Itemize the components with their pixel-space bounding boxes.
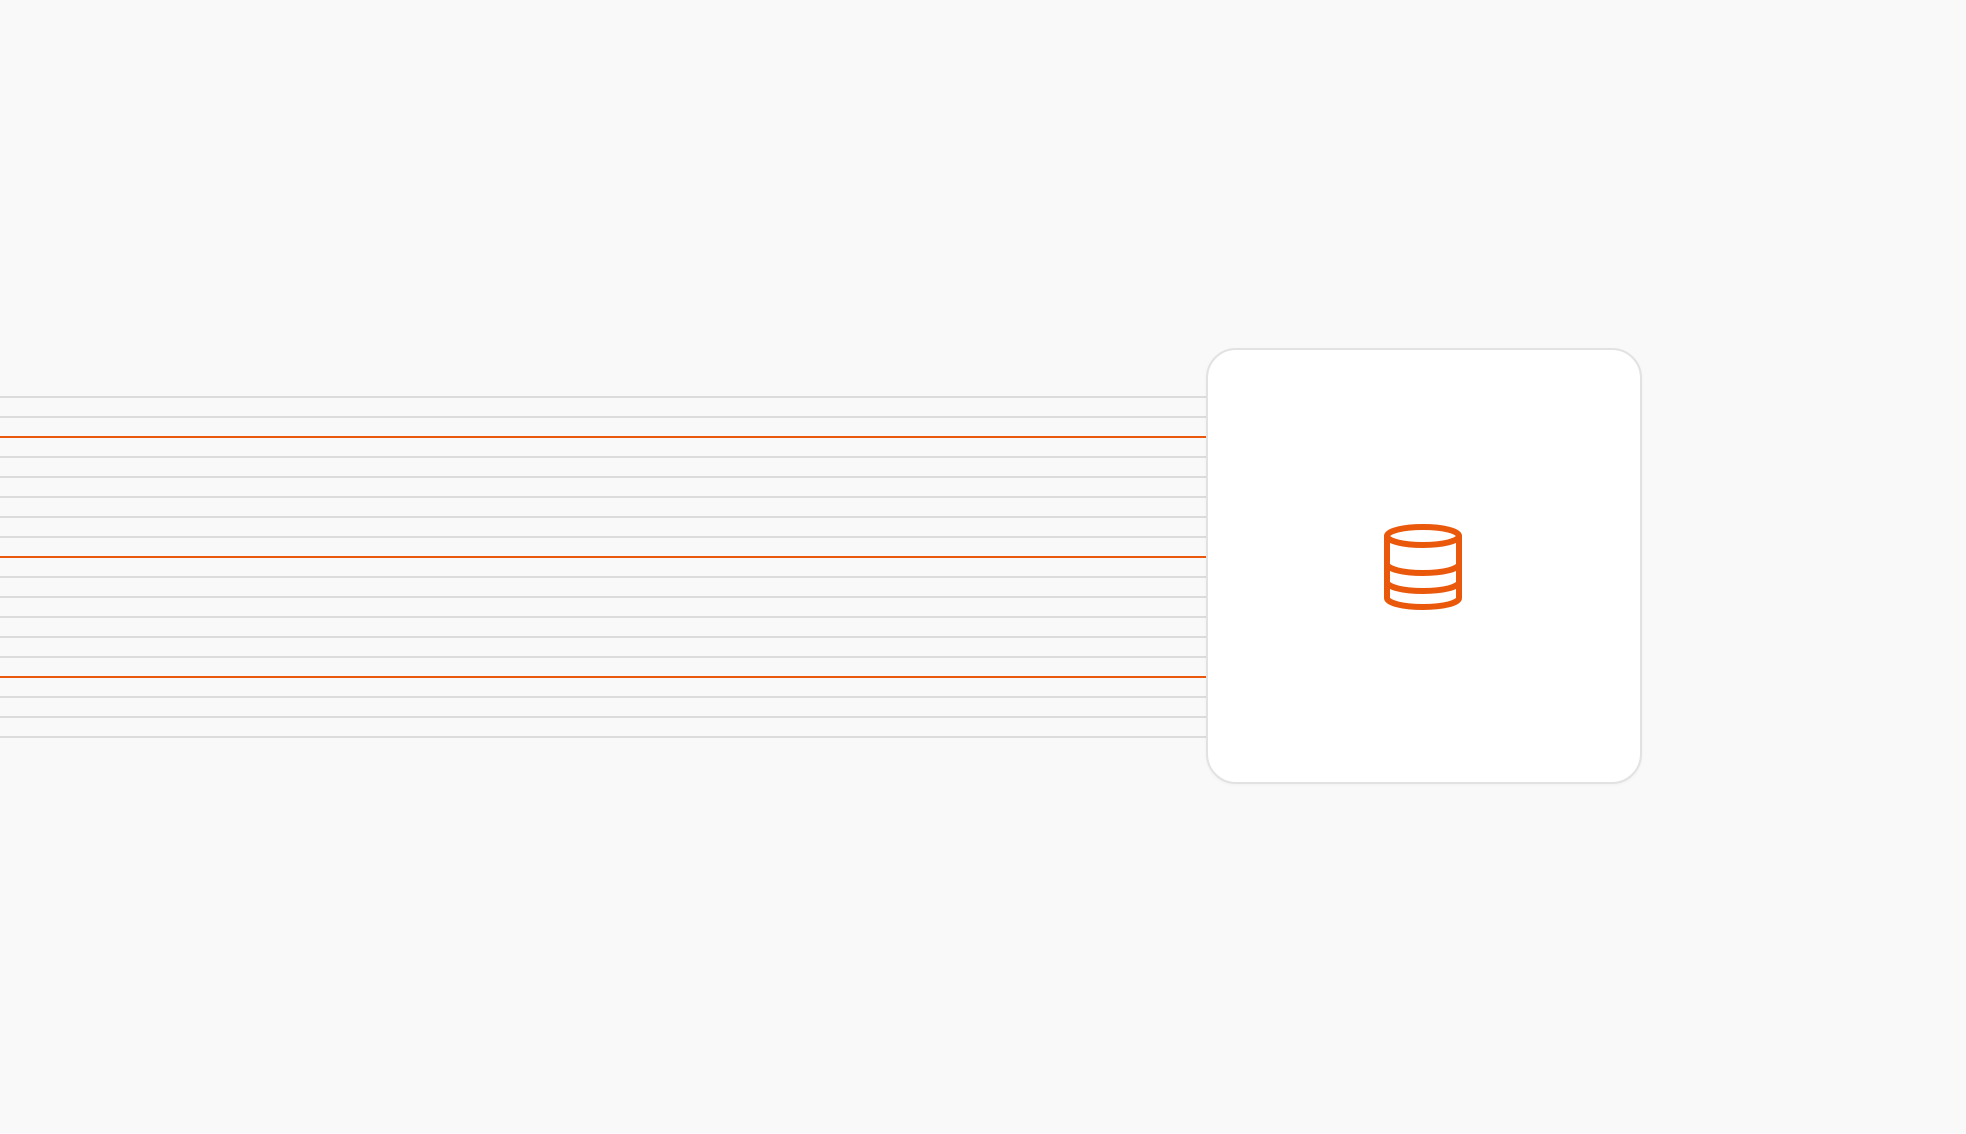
background-canvas: [0, 0, 1966, 1134]
accent-line: [0, 676, 1206, 678]
muted-line: [0, 536, 1206, 538]
accent-line: [0, 556, 1206, 558]
muted-line: [0, 396, 1206, 398]
muted-line: [0, 636, 1206, 638]
muted-line: [0, 576, 1206, 578]
muted-line: [0, 476, 1206, 478]
muted-line: [0, 716, 1206, 718]
muted-line: [0, 456, 1206, 458]
muted-line: [0, 596, 1206, 598]
muted-line: [0, 516, 1206, 518]
muted-line: [0, 656, 1206, 658]
accent-line: [0, 436, 1206, 438]
muted-line: [0, 416, 1206, 418]
muted-line: [0, 696, 1206, 698]
muted-line: [0, 496, 1206, 498]
muted-line: [0, 616, 1206, 618]
muted-line: [0, 736, 1206, 738]
database-icon: [1382, 522, 1464, 612]
